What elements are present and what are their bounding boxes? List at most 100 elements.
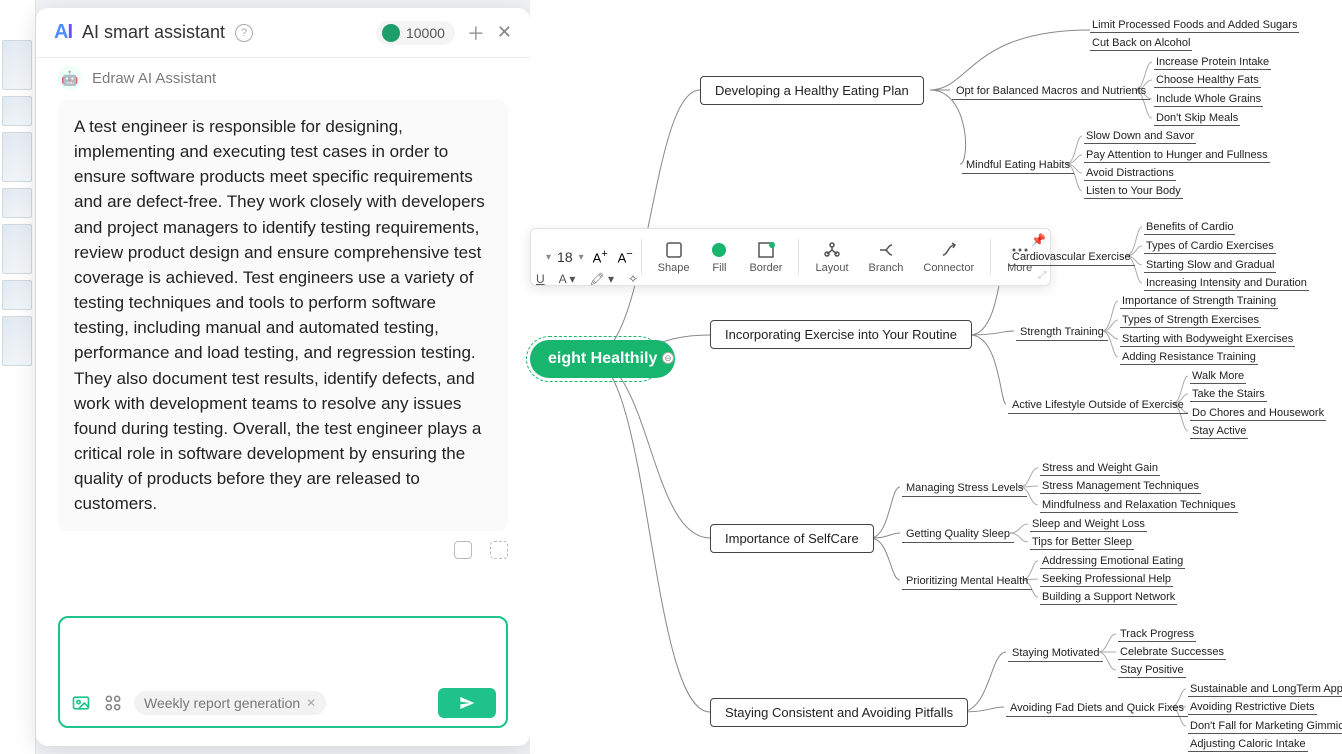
prompt-chip-label: Weekly report generation bbox=[144, 695, 300, 711]
mindmap-leaf-node[interactable]: Starting Slow and Gradual bbox=[1144, 258, 1276, 273]
collapse-toggle-icon[interactable]: ⊖ bbox=[662, 352, 674, 364]
message-actions bbox=[58, 541, 508, 559]
layout-tool[interactable]: Layout bbox=[807, 240, 856, 274]
mindmap-sub-node[interactable]: Staying Motivated bbox=[1008, 645, 1103, 662]
increase-font-button[interactable]: A+ bbox=[593, 248, 608, 265]
ai-message: A test engineer is responsible for desig… bbox=[58, 100, 508, 531]
font-size-value: 18 bbox=[557, 249, 573, 265]
thumbnail[interactable] bbox=[2, 40, 32, 90]
mindmap-leaf-node[interactable]: Don't Skip Meals bbox=[1154, 111, 1240, 126]
mindmap-sub-node[interactable]: Avoiding Fad Diets and Quick Fixes bbox=[1006, 700, 1188, 717]
caret-down-icon: ▾ bbox=[579, 252, 584, 263]
mindmap-leaf-node[interactable]: Starting with Bodyweight Exercises bbox=[1120, 332, 1295, 347]
fill-tool[interactable]: Fill bbox=[701, 240, 737, 274]
mindmap-branch-node[interactable]: Incorporating Exercise into Your Routine bbox=[710, 320, 972, 349]
border-tool[interactable]: Border bbox=[741, 240, 790, 274]
thumbnail[interactable] bbox=[2, 132, 32, 182]
mindmap-leaf-node[interactable]: Building a Support Network bbox=[1040, 590, 1177, 605]
mindmap-leaf-node[interactable]: Avoiding Restrictive Diets bbox=[1188, 700, 1317, 715]
decrease-font-button[interactable]: A− bbox=[618, 248, 633, 265]
mindmap-leaf-node[interactable]: Addressing Emotional Eating bbox=[1040, 554, 1185, 569]
ai-panel: AI AI smart assistant ? 10000 ＋ ✕ 🤖 Edra… bbox=[36, 8, 530, 746]
mindmap-sub-node[interactable]: Active Lifestyle Outside of Exercise bbox=[1008, 397, 1188, 414]
ai-logo-icon: AI bbox=[54, 21, 72, 44]
help-icon[interactable]: ? bbox=[235, 24, 253, 42]
mindmap-leaf-node[interactable]: Choose Healthy Fats bbox=[1154, 73, 1261, 88]
prompt-chip[interactable]: Weekly report generation ✕ bbox=[134, 691, 326, 715]
mindmap-leaf-node[interactable]: Sustainable and LongTerm Approaches bbox=[1188, 682, 1342, 697]
mindmap-leaf-node[interactable]: Celebrate Successes bbox=[1118, 645, 1226, 660]
template-icon[interactable] bbox=[102, 692, 124, 714]
mindmap-leaf-node[interactable]: Avoid Distractions bbox=[1084, 166, 1176, 181]
ai-input-box[interactable]: Weekly report generation ✕ bbox=[58, 616, 508, 728]
mindmap-leaf-node[interactable]: Stress Management Techniques bbox=[1040, 479, 1201, 494]
copy-icon[interactable] bbox=[454, 541, 472, 559]
mindmap-leaf-node[interactable]: Increasing Intensity and Duration bbox=[1144, 276, 1309, 291]
image-icon[interactable] bbox=[70, 692, 92, 714]
mindmap-leaf-node[interactable]: Track Progress bbox=[1118, 627, 1196, 642]
text-format-row: U A ▾ 🖍 ▾ ✧ bbox=[530, 272, 638, 286]
fill-icon bbox=[709, 240, 729, 260]
font-size-selector[interactable]: ▾ 18 ▾ bbox=[541, 246, 589, 268]
insert-icon[interactable] bbox=[490, 541, 508, 559]
send-button[interactable] bbox=[438, 688, 496, 718]
branch-icon bbox=[876, 240, 896, 260]
mindmap-leaf-node[interactable]: Pay Attention to Hunger and Fullness bbox=[1084, 148, 1270, 163]
mindmap-leaf-node[interactable]: Seeking Professional Help bbox=[1040, 572, 1173, 587]
mindmap-leaf-node[interactable]: Importance of Strength Training bbox=[1120, 294, 1278, 309]
mindmap-leaf-node[interactable]: Tips for Better Sleep bbox=[1030, 535, 1134, 550]
shape-tool[interactable]: Shape bbox=[650, 240, 698, 274]
mindmap-leaf-node[interactable]: Stay Positive bbox=[1118, 663, 1186, 678]
mindmap-leaf-node[interactable]: Adjusting Caloric Intake bbox=[1188, 737, 1308, 752]
mindmap-leaf-node[interactable]: Types of Strength Exercises bbox=[1120, 313, 1261, 328]
branch-tool[interactable]: Branch bbox=[861, 240, 912, 274]
mindmap-branch-node[interactable]: Developing a Healthy Eating Plan bbox=[700, 76, 924, 105]
mindmap-sub-node[interactable]: Prioritizing Mental Health bbox=[902, 573, 1032, 590]
caret-down-icon: ▾ bbox=[546, 252, 551, 263]
mindmap-leaf-node[interactable]: Benefits of Cardio bbox=[1144, 220, 1235, 235]
mindmap-leaf-node[interactable]: Cut Back on Alcohol bbox=[1090, 36, 1192, 51]
mindmap-sub-node[interactable]: Cardiovascular Exercise bbox=[1008, 249, 1135, 266]
mindmap-root-node[interactable]: eight Healthily bbox=[530, 340, 675, 378]
mindmap-leaf-node[interactable]: Mindfulness and Relaxation Techniques bbox=[1040, 498, 1238, 513]
mindmap-leaf-node[interactable]: Slow Down and Savor bbox=[1084, 129, 1196, 144]
thumbnail[interactable] bbox=[2, 316, 32, 366]
connector-tool[interactable]: Connector bbox=[915, 240, 982, 274]
mindmap-sub-node[interactable]: Mindful Eating Habits bbox=[962, 157, 1074, 174]
mindmap-leaf-node[interactable]: Include Whole Grains bbox=[1154, 92, 1263, 107]
underline-button[interactable]: U bbox=[536, 272, 545, 286]
add-button[interactable]: ＋ bbox=[467, 20, 485, 46]
thumbnail[interactable] bbox=[2, 188, 32, 218]
mindmap-sub-node[interactable]: Getting Quality Sleep bbox=[902, 526, 1014, 543]
close-icon[interactable]: ✕ bbox=[497, 22, 512, 43]
thumbnail[interactable] bbox=[2, 96, 32, 126]
mindmap-canvas[interactable]: eight Healthily ⊖ ▾ 18 ▾ A+ A− Shape Fil… bbox=[530, 0, 1342, 754]
mindmap-leaf-node[interactable]: Listen to Your Body bbox=[1084, 184, 1183, 199]
mindmap-leaf-node[interactable]: Types of Cardio Exercises bbox=[1144, 239, 1276, 254]
mindmap-branch-node[interactable]: Importance of SelfCare bbox=[710, 524, 874, 553]
expand-icon[interactable]: ⤢ bbox=[1038, 270, 1046, 281]
ai-panel-header: AI AI smart assistant ? 10000 ＋ ✕ bbox=[36, 8, 530, 58]
mindmap-leaf-node[interactable]: Increase Protein Intake bbox=[1154, 55, 1271, 70]
mindmap-leaf-node[interactable]: Stay Active bbox=[1190, 424, 1248, 439]
mindmap-leaf-node[interactable]: Adding Resistance Training bbox=[1120, 350, 1258, 365]
thumbnail[interactable] bbox=[2, 224, 32, 274]
mindmap-branch-node[interactable]: Staying Consistent and Avoiding Pitfalls bbox=[710, 698, 968, 727]
mindmap-leaf-node[interactable]: Do Chores and Housework bbox=[1190, 406, 1326, 421]
mindmap-leaf-node[interactable]: Take the Stairs bbox=[1190, 387, 1267, 402]
highlight-button[interactable]: 🖍 ▾ bbox=[589, 272, 614, 286]
mindmap-leaf-node[interactable]: Stress and Weight Gain bbox=[1040, 461, 1160, 476]
thumbnail[interactable] bbox=[2, 280, 32, 310]
mindmap-leaf-node[interactable]: Limit Processed Foods and Added Sugars bbox=[1090, 18, 1299, 33]
mindmap-sub-node[interactable]: Managing Stress Levels bbox=[902, 480, 1027, 497]
chip-close-icon[interactable]: ✕ bbox=[306, 696, 316, 710]
mindmap-leaf-node[interactable]: Don't Fall for Marketing Gimmicks bbox=[1188, 719, 1342, 734]
pin-icon[interactable]: 📌 bbox=[1031, 233, 1046, 247]
token-badge[interactable]: 10000 bbox=[376, 21, 455, 45]
mindmap-sub-node[interactable]: Strength Training bbox=[1016, 324, 1108, 341]
mindmap-leaf-node[interactable]: Sleep and Weight Loss bbox=[1030, 517, 1147, 532]
mindmap-leaf-node[interactable]: Walk More bbox=[1190, 369, 1246, 384]
mindmap-sub-node[interactable]: Opt for Balanced Macros and Nutrients bbox=[952, 83, 1150, 100]
clear-format-button[interactable]: ✧ bbox=[628, 272, 638, 286]
font-color-button[interactable]: A ▾ bbox=[559, 272, 576, 286]
